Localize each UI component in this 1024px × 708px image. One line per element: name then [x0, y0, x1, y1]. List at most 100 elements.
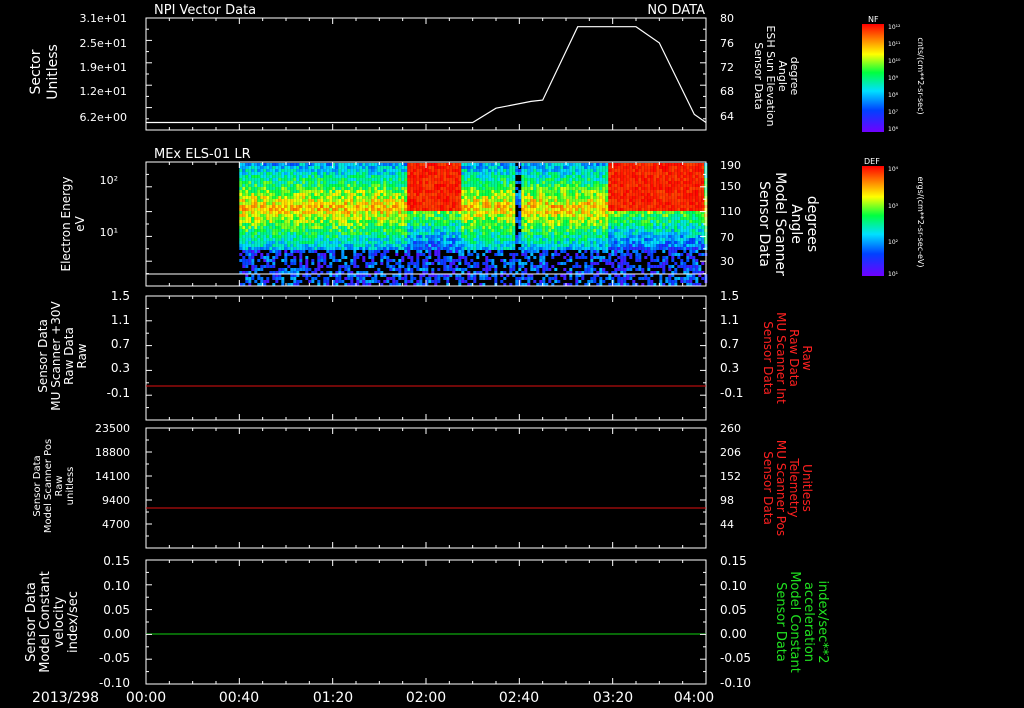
- spectrogram-cell: [389, 175, 393, 178]
- spectrogram-cell: [629, 232, 633, 235]
- spectrogram-cell: [584, 172, 588, 175]
- spectrogram-cell: [485, 178, 489, 181]
- spectrogram-cell: [245, 193, 249, 196]
- spectrogram-cell: [389, 178, 393, 181]
- spectrogram-cell: [470, 229, 474, 232]
- spectrogram-cell: [242, 256, 246, 259]
- spectrogram-cell: [584, 241, 588, 244]
- spectrogram-cell: [482, 229, 486, 232]
- spectrogram-cell: [365, 229, 369, 232]
- spectrogram-cell: [287, 184, 291, 187]
- spectrogram-cell: [329, 169, 333, 172]
- spectrogram-cell: [245, 262, 249, 265]
- spectrogram-cell: [293, 169, 297, 172]
- spectrogram-cell: [365, 190, 369, 193]
- spectrogram-cell: [602, 214, 606, 217]
- spectrogram-cell: [563, 247, 567, 250]
- spectrogram-cell: [482, 238, 486, 241]
- spectrogram-cell: [335, 181, 339, 184]
- spectrogram-cell: [611, 217, 615, 220]
- spectrogram-cell: [539, 187, 543, 190]
- spectrogram-cell: [335, 277, 339, 280]
- spectrogram-cell: [377, 247, 381, 250]
- spectrogram-cell: [506, 223, 510, 226]
- spectrogram-cell: [308, 220, 312, 223]
- spectrogram-cell: [320, 241, 324, 244]
- spectrogram-cell: [638, 184, 642, 187]
- spectrogram-cell: [413, 166, 417, 169]
- spectrogram-cell: [608, 223, 612, 226]
- spectrogram-cell: [371, 229, 375, 232]
- spectrogram-cell: [257, 202, 261, 205]
- spectrogram-cell: [476, 232, 480, 235]
- spectrogram-cell: [344, 247, 348, 250]
- spectrogram-cell: [404, 232, 408, 235]
- spectrogram-cell: [362, 172, 366, 175]
- spectrogram-cell: [548, 178, 552, 181]
- spectrogram-cell: [554, 184, 558, 187]
- spectrogram-cell: [596, 184, 600, 187]
- spectrogram-cell: [518, 247, 522, 250]
- spectrogram-cell: [443, 238, 447, 241]
- spectrogram-cell: [344, 205, 348, 208]
- spectrogram-cell: [338, 163, 342, 166]
- spectrogram-cell: [257, 220, 261, 223]
- spectrogram-cell: [479, 175, 483, 178]
- spectrogram-cell: [251, 196, 255, 199]
- spectrogram-cell: [461, 277, 465, 280]
- spectrogram-cell: [452, 175, 456, 178]
- spectrogram-cell: [278, 184, 282, 187]
- spectrogram-cell: [482, 226, 486, 229]
- spectrogram-cell: [494, 265, 498, 268]
- spectrogram-cell: [488, 169, 492, 172]
- spectrogram-cell: [524, 196, 528, 199]
- spectrogram-cell: [569, 214, 573, 217]
- spectrogram-cell: [596, 244, 600, 247]
- panel-1-right-ticks: 80 76 72 68 64: [720, 12, 734, 123]
- spectrogram-cell: [635, 166, 639, 169]
- spectrogram-cell: [647, 208, 651, 211]
- spectrogram-cell: [353, 250, 357, 253]
- spectrogram-cell: [470, 253, 474, 256]
- spectrogram-cell: [587, 181, 591, 184]
- spectrogram-cell: [647, 172, 651, 175]
- spectrogram-cell: [545, 235, 549, 238]
- spectrogram-cell: [428, 178, 432, 181]
- spectrogram-cell: [293, 244, 297, 247]
- spectrogram-cell: [296, 184, 300, 187]
- spectrogram-cell: [392, 277, 396, 280]
- spectrogram-cell: [512, 163, 516, 166]
- spectrogram-cell: [341, 265, 345, 268]
- spectrogram-cell: [344, 262, 348, 265]
- spectrogram-cell: [509, 220, 513, 223]
- spectrogram-cell: [479, 184, 483, 187]
- spectrogram-cell: [359, 277, 363, 280]
- spectrogram-cell: [611, 199, 615, 202]
- spectrogram-cell: [593, 280, 597, 283]
- spectrogram-cell: [395, 229, 399, 232]
- spectrogram-cell: [416, 223, 420, 226]
- spectrogram-cell: [533, 229, 537, 232]
- spectrogram-cell: [398, 196, 402, 199]
- spectrogram-cell: [476, 214, 480, 217]
- spectrogram-cell: [503, 178, 507, 181]
- spectrogram-cell: [488, 277, 492, 280]
- spectrogram-cell: [566, 166, 570, 169]
- spectrogram-cell: [641, 238, 645, 241]
- spectrogram-cell: [440, 187, 444, 190]
- spectrogram-cell: [653, 265, 657, 268]
- spectrogram-cell: [464, 223, 468, 226]
- spectrogram-cell: [377, 193, 381, 196]
- spectrogram-cell: [491, 193, 495, 196]
- spectrogram-cell: [626, 241, 630, 244]
- spectrogram-cell: [572, 208, 576, 211]
- panel-1-title: NPI Vector Data: [154, 3, 256, 18]
- spectrogram-cell: [380, 214, 384, 217]
- spectrogram-cell: [374, 214, 378, 217]
- spectrogram-cell: [311, 229, 315, 232]
- spectrogram-cell: [503, 184, 507, 187]
- spectrogram-cell: [299, 196, 303, 199]
- spectrogram-cell: [647, 235, 651, 238]
- spectrogram-cell: [437, 205, 441, 208]
- spectrogram-cell: [242, 262, 246, 265]
